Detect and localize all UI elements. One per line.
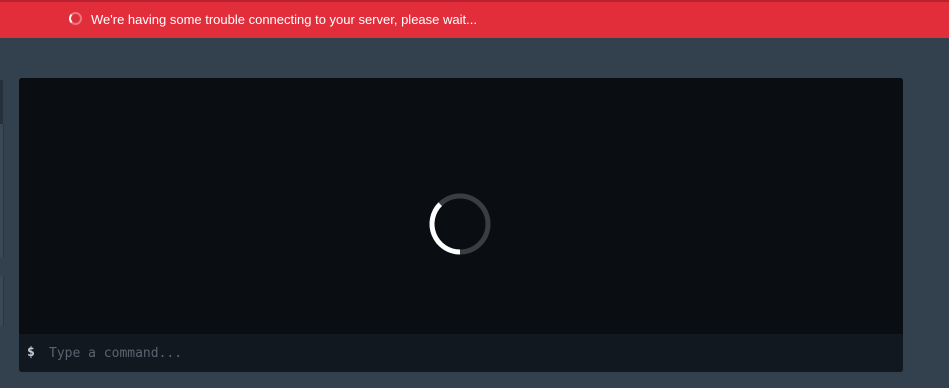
server-console: $: [19, 78, 903, 372]
console-output: [19, 78, 903, 334]
sidebar-panel-edge: [0, 80, 3, 124]
command-bar: $: [19, 334, 903, 372]
loading-spinner-icon: [429, 193, 491, 255]
connection-error-banner: We're having some trouble connecting to …: [0, 0, 949, 38]
sidebar-panel-edge: [0, 276, 4, 326]
banner-message: We're having some trouble connecting to …: [91, 12, 477, 27]
command-input[interactable]: [49, 342, 889, 364]
prompt-symbol: $: [27, 345, 35, 360]
spinner-icon: [69, 12, 82, 25]
sidebar-panel-edge: [0, 124, 4, 258]
